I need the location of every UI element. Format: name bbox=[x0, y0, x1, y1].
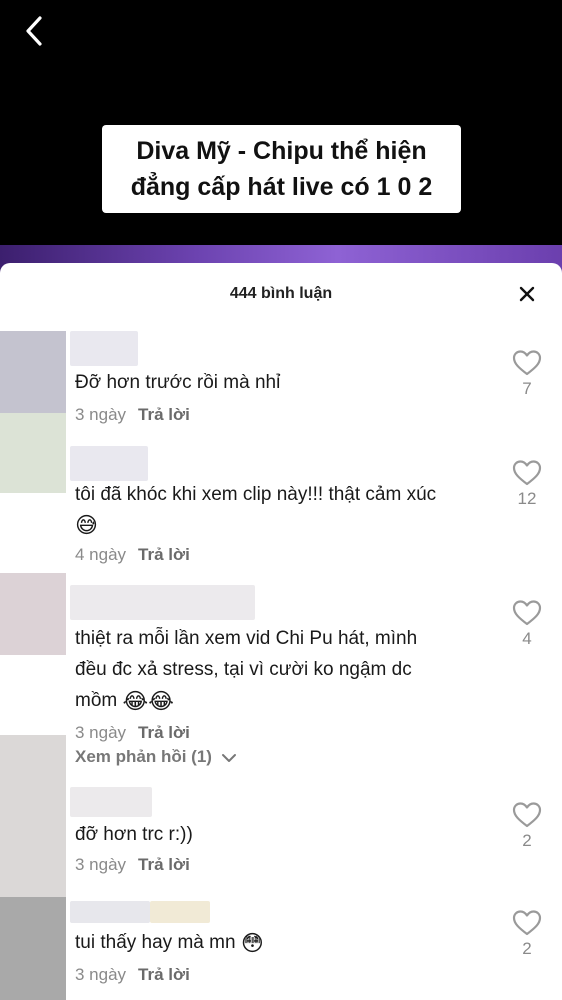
comment-time: 3 ngày bbox=[75, 855, 127, 874]
comments-sheet: 444 bình luận Đỡ hơn trước rồi mà nhỉ 3 … bbox=[0, 263, 562, 1000]
comment-meta: 3 ngày Trả lời bbox=[75, 965, 190, 985]
username-redacted[interactable] bbox=[70, 787, 152, 817]
username-redacted-tail bbox=[150, 901, 210, 923]
avatar[interactable] bbox=[0, 897, 66, 1000]
username-redacted[interactable] bbox=[70, 331, 138, 366]
like-count: 7 bbox=[522, 379, 532, 398]
laughing-tears-emoji-icon: 😂😂 bbox=[122, 688, 174, 714]
reply-button[interactable]: Trả lời bbox=[138, 965, 190, 984]
comment-text-content: tui thấy hay mà mn bbox=[75, 932, 236, 953]
flushed-face-emoji-icon: 😳 bbox=[240, 930, 264, 956]
video-player[interactable]: Diva Mỹ - Chipu thể hiện đẳng cấp hát li… bbox=[0, 0, 562, 275]
caption-line-2: đẳng cấp hát live có 1 0 2 bbox=[130, 173, 433, 201]
close-icon bbox=[519, 286, 535, 302]
reply-button[interactable]: Trả lời bbox=[138, 855, 190, 874]
comment-text-line-1: thiệt ra mỗi lần xem vid Chi Pu hát, mìn… bbox=[75, 628, 418, 649]
comment-text: tôi đã khóc khi xem clip này!!! thật cảm… bbox=[75, 479, 485, 510]
back-button[interactable] bbox=[18, 12, 58, 52]
comment-text-line-2: đều đc xả stress, tại vì cười ko ngậm dc bbox=[75, 659, 412, 680]
avatar[interactable] bbox=[0, 735, 66, 897]
comment-text-row: tui thấy hay mà mn 😳 bbox=[75, 927, 485, 958]
avatar[interactable] bbox=[0, 331, 66, 413]
like-button[interactable]: 4 bbox=[510, 599, 544, 649]
comment-meta: 3 ngày Trả lời bbox=[75, 855, 190, 875]
comments-header: 444 bình luận bbox=[0, 263, 562, 323]
comment-text-content: tôi đã khóc khi xem clip này!!! thật cảm… bbox=[75, 484, 437, 505]
caption-line-1: Diva Mỹ - Chipu thể hiện bbox=[136, 137, 427, 165]
avatar[interactable] bbox=[0, 413, 66, 493]
heart-outline-icon bbox=[512, 600, 542, 626]
like-button[interactable]: 2 bbox=[510, 801, 544, 851]
video-caption: Diva Mỹ - Chipu thể hiện đẳng cấp hát li… bbox=[102, 125, 461, 213]
comment-count: 444 bình luận bbox=[229, 285, 333, 302]
comment-item: đỡ hơn trc r:)) 3 ngày Trả lời 2 bbox=[0, 735, 562, 897]
comment-text: đỡ hơn trc r:)) bbox=[75, 824, 193, 845]
heart-outline-icon bbox=[512, 460, 542, 486]
like-button[interactable]: 7 bbox=[510, 349, 544, 399]
grinning-sweat-emoji-icon: 😅 bbox=[75, 512, 98, 538]
like-count: 2 bbox=[522, 831, 532, 850]
heart-outline-icon bbox=[512, 802, 542, 828]
username-redacted[interactable] bbox=[70, 901, 150, 923]
heart-outline-icon bbox=[512, 910, 542, 936]
comment-time: 4 ngày bbox=[75, 545, 127, 564]
reply-button[interactable]: Trả lời bbox=[138, 545, 190, 564]
like-count: 4 bbox=[522, 629, 532, 648]
username-redacted[interactable] bbox=[70, 585, 255, 620]
username-redacted[interactable] bbox=[70, 446, 148, 481]
comment-time: 3 ngày bbox=[75, 965, 127, 984]
like-count: 12 bbox=[517, 489, 537, 508]
heart-outline-icon bbox=[512, 350, 542, 376]
back-arrow-icon bbox=[26, 16, 42, 46]
close-button[interactable] bbox=[513, 280, 541, 308]
comment-text-content: mồm bbox=[75, 690, 118, 711]
comment-emoji-line: 😅 bbox=[75, 509, 485, 540]
comment-text: Đỡ hơn trước rồi mà nhỉ bbox=[75, 372, 281, 393]
comment-item: tui thấy hay mà mn 😳 3 ngày Trả lời 2 bbox=[0, 897, 562, 1000]
avatar[interactable] bbox=[0, 573, 66, 655]
like-count: 2 bbox=[522, 939, 532, 958]
comment-meta: 4 ngày Trả lời bbox=[75, 545, 190, 565]
comment-item: tôi đã khóc khi xem clip này!!! thật cảm… bbox=[0, 413, 562, 573]
like-button[interactable]: 12 bbox=[510, 459, 544, 509]
like-button[interactable]: 2 bbox=[510, 909, 544, 959]
comment-text-line-3: mồm 😂😂 bbox=[75, 685, 485, 716]
